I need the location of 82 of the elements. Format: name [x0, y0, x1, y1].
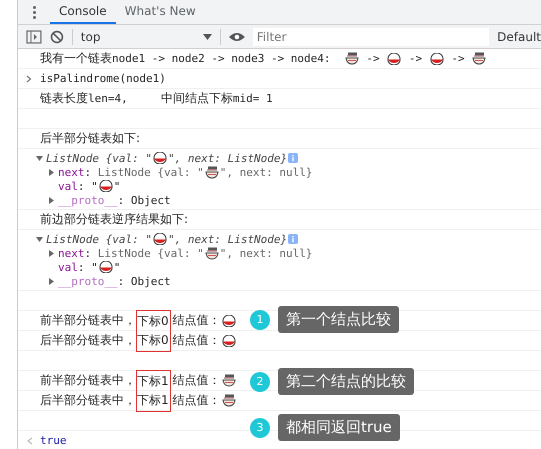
noodle-bowl-icon: [344, 52, 359, 65]
object-preview: ListNode {val: ": [98, 166, 204, 178]
property-key: next: [58, 166, 84, 178]
log-text: 后半部分链表如下:: [40, 130, 140, 147]
log-text: 我有一个链表: [40, 50, 112, 67]
sidebar-toggle-icon[interactable]: [26, 30, 42, 44]
expanded-triangle-icon[interactable]: [36, 154, 43, 162]
code-text: : ": [78, 260, 98, 274]
log-text: 结点值：: [172, 372, 221, 389]
collapsed-triangle-icon[interactable]: [48, 278, 55, 284]
noodle-bowl-icon: [472, 52, 486, 65]
dropdown-caret-icon[interactable]: [202, 34, 212, 40]
code-text: : ": [78, 180, 98, 192]
object-preview: ", next: ListNode}: [168, 152, 288, 164]
step-badge: 1: [250, 310, 270, 330]
log-text: 结点值：: [172, 332, 221, 349]
code-text: node1 -> node2 -> node3 -> node4:: [112, 52, 332, 65]
collapsed-triangle-icon[interactable]: [48, 250, 55, 256]
log-text: 结点值：: [172, 312, 221, 329]
noodle-bowl-icon: [222, 374, 236, 387]
object-preview: ", next: null}: [220, 166, 312, 178]
highlighted-text: 下标1: [136, 390, 171, 412]
step-badge: 2: [250, 372, 270, 392]
object-preview: ListNode {val: ": [46, 152, 152, 164]
code-text: ->: [408, 52, 424, 65]
log-text: 链表长度: [40, 90, 88, 107]
highlighted-text: 下标0: [136, 310, 171, 332]
log-text: 后半部分链表中，: [40, 332, 136, 349]
bowl-icon: [152, 233, 167, 245]
log-text: 前半部分链表中，: [40, 312, 136, 329]
noodle-bowl-icon: [222, 394, 236, 407]
log-text: 前半部分链表中，: [40, 372, 136, 389]
property-key: __proto__: [58, 274, 118, 288]
collapsed-triangle-icon[interactable]: [48, 168, 55, 176]
property-key: __proto__: [58, 194, 118, 206]
log-text: 后半部分链表中，: [40, 392, 136, 409]
property-key: val: [58, 180, 78, 192]
return-value: true: [40, 434, 66, 447]
tab[interactable]: What's New: [116, 0, 205, 24]
object-preview: ListNode {val: ": [98, 246, 204, 260]
levels-dropdown[interactable]: Default: [497, 30, 541, 44]
object-preview: ", next: null}: [220, 246, 312, 260]
code-text: : Object: [118, 274, 171, 288]
log-text: 中间结点下标: [160, 90, 233, 107]
context-select[interactable]: top: [80, 30, 212, 44]
highlighted-text: 下标0: [136, 330, 171, 352]
bowl-icon: [152, 152, 167, 164]
code-text: ->: [365, 52, 381, 65]
eye-icon[interactable]: [228, 32, 245, 42]
expanded-triangle-icon[interactable]: [36, 236, 43, 242]
bowl-icon: [222, 334, 236, 346]
code-text: ": [114, 260, 120, 274]
code-text: ->: [450, 52, 466, 65]
code-text: isPalindrome(node1): [40, 72, 166, 85]
code-text: ": [114, 180, 120, 192]
collapsed-triangle-icon[interactable]: [48, 196, 55, 204]
filter-field[interactable]: Filter: [252, 28, 490, 46]
code-text: :: [84, 246, 92, 260]
bowl-icon: [430, 52, 444, 64]
object-preview: ListNode {val: ": [46, 232, 152, 246]
bowl-icon: [387, 52, 402, 64]
property-key: val: [58, 260, 78, 274]
highlighted-text: 下标1: [136, 370, 171, 392]
bowl-icon: [98, 261, 113, 273]
log-text: 前边部分链表逆序结果如下:: [40, 211, 188, 228]
code-text: len=4,: [88, 92, 129, 105]
noodle-bowl-icon: [204, 246, 219, 260]
object-preview: ", next: ListNode}: [168, 232, 288, 246]
log-text: 结点值：: [172, 392, 221, 409]
code-text: mid= 1: [232, 92, 273, 105]
property-key: next: [58, 246, 84, 260]
code-text: : Object: [118, 194, 171, 206]
callout-bubble: 第一个结点比较: [278, 306, 399, 333]
clear-icon[interactable]: [50, 30, 64, 44]
callout-bubble: 都相同返回true: [278, 414, 400, 441]
step-badge: 3: [250, 418, 270, 438]
callout-bubble: 第二个结点的比较: [278, 368, 414, 395]
bowl-icon: [222, 314, 236, 326]
prompt-icon: [26, 74, 32, 82]
noodle-bowl-icon: [204, 166, 219, 178]
code-text: :: [84, 166, 92, 178]
bowl-icon: [98, 180, 113, 192]
